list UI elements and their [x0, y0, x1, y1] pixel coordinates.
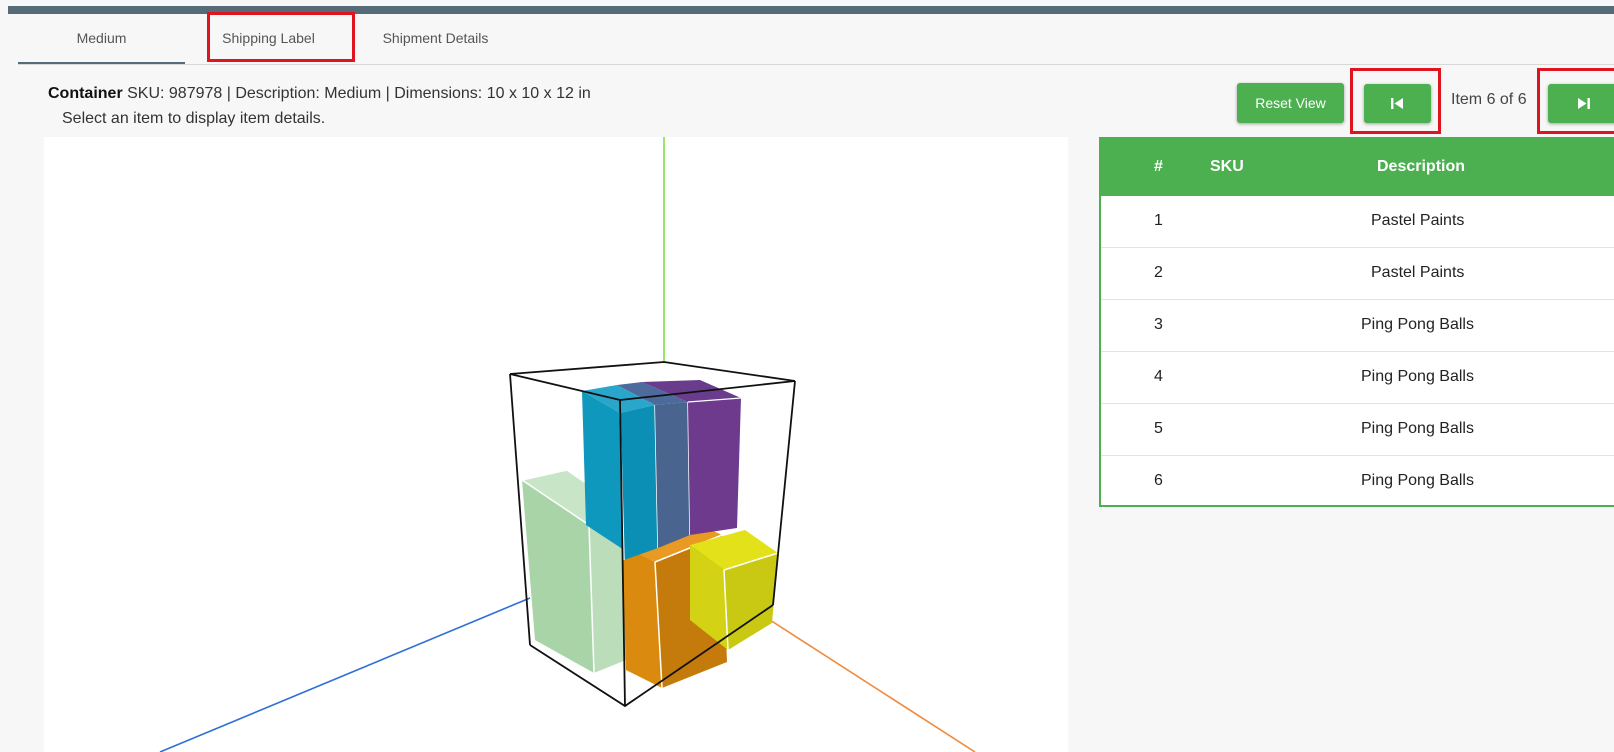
reset-view-button[interactable]: Reset View [1237, 83, 1344, 123]
row-number: 1 [1154, 212, 1163, 229]
row-number: 4 [1154, 368, 1163, 385]
tab-shipment-details[interactable]: Shipment Details [352, 16, 519, 62]
last-item-button[interactable] [1548, 84, 1614, 123]
container-info: Container SKU: 987978 | Description: Med… [48, 85, 591, 103]
row-description: Ping Pong Balls [1361, 316, 1474, 333]
items-table: # SKU Description 1 Pastel Paints 2 Past… [1099, 137, 1614, 507]
header-number: # [1154, 158, 1163, 175]
table-row[interactable]: 3 Ping Pong Balls [1101, 300, 1614, 352]
table-header: # SKU Description [1101, 139, 1614, 196]
table-row[interactable]: 4 Ping Pong Balls [1101, 352, 1614, 404]
container-title: Container [48, 85, 123, 102]
row-description: Pastel Paints [1371, 212, 1465, 229]
skip-previous-icon [1391, 98, 1403, 109]
x-axis [159, 597, 531, 752]
row-number: 3 [1154, 316, 1163, 333]
tab-medium[interactable]: Medium [18, 16, 185, 64]
row-number: 6 [1154, 472, 1163, 489]
container-details: SKU: 987978 | Description: Medium | Dime… [122, 85, 591, 102]
header-description: Description [1377, 158, 1466, 175]
row-number: 2 [1154, 264, 1163, 281]
row-description: Pastel Paints [1371, 264, 1465, 281]
skip-next-icon [1578, 98, 1590, 109]
3d-viewer[interactable] [44, 137, 1068, 752]
row-description: Ping Pong Balls [1361, 420, 1474, 437]
row-description: Ping Pong Balls [1361, 472, 1474, 489]
first-item-button[interactable] [1364, 84, 1431, 123]
header-sku: SKU [1210, 158, 1244, 175]
table-row[interactable]: 6 Ping Pong Balls [1101, 456, 1614, 507]
table-row[interactable]: 2 Pastel Paints [1101, 248, 1614, 300]
item-counter: Item 6 of 6 [1451, 91, 1527, 108]
select-hint: Select an item to display item details. [62, 110, 326, 127]
row-description: Ping Pong Balls [1361, 368, 1474, 385]
row-number: 5 [1154, 420, 1163, 437]
highlight-shipping-label [207, 12, 355, 62]
z-axis [769, 619, 976, 752]
table-row[interactable]: 1 Pastel Paints [1101, 196, 1614, 248]
container-3d-scene[interactable] [44, 137, 1068, 752]
table-row[interactable]: 5 Ping Pong Balls [1101, 404, 1614, 456]
container-outline-back [509, 361, 796, 382]
